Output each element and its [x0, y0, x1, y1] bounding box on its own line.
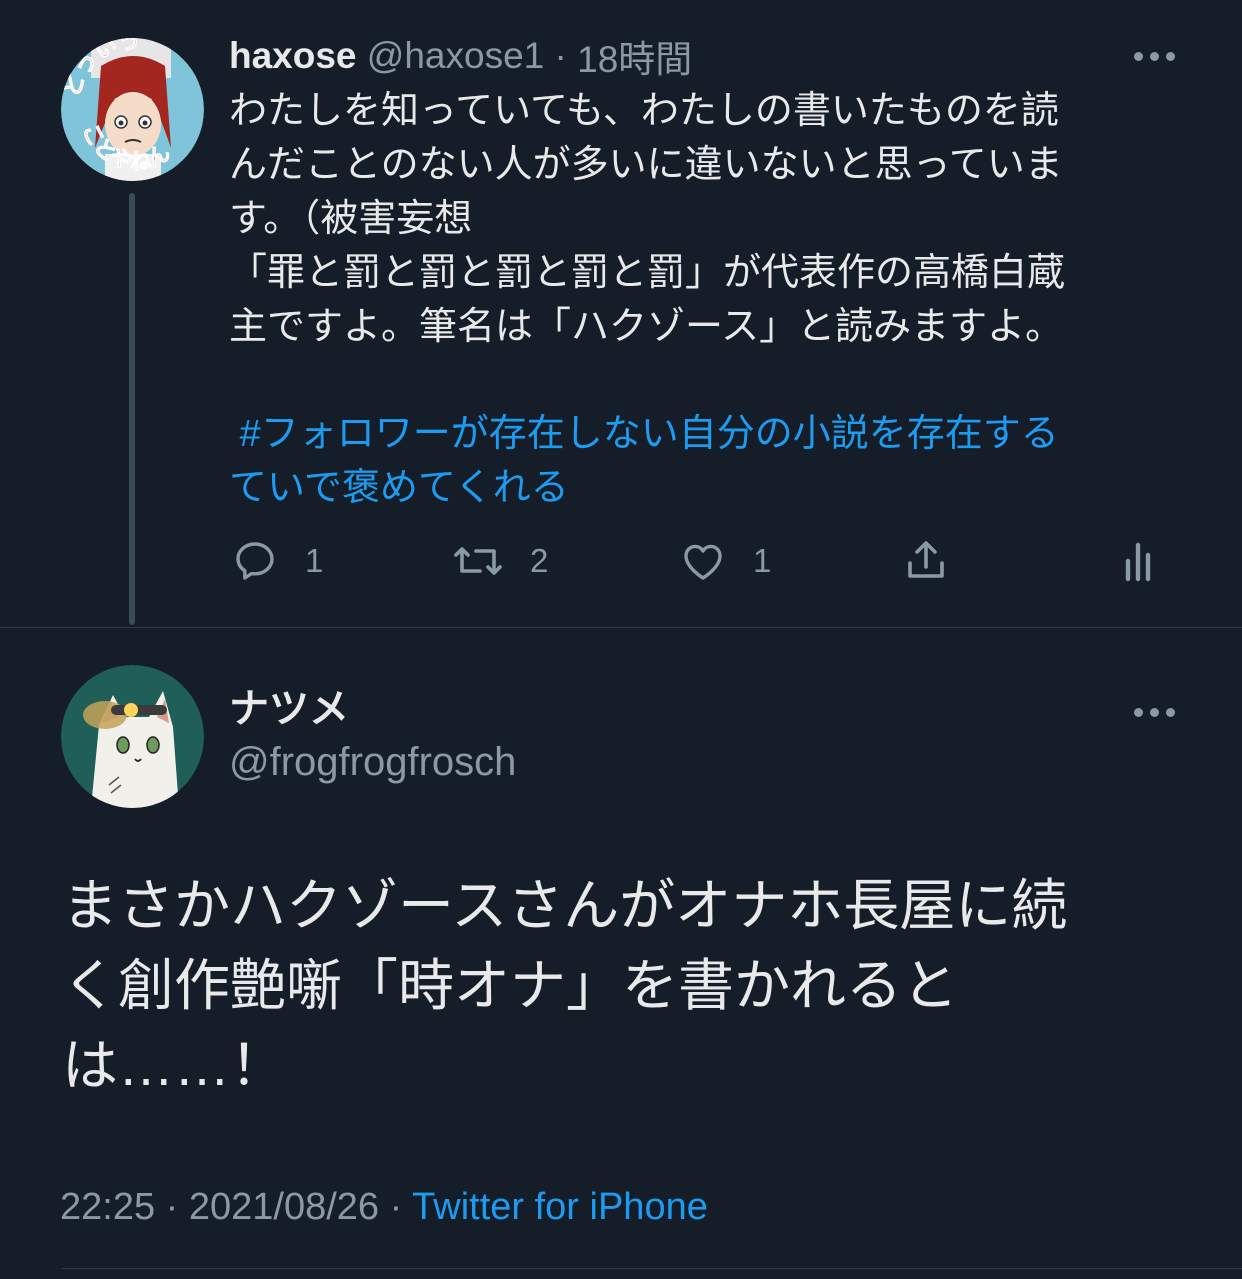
reply-button[interactable]: 1 — [231, 537, 323, 585]
tweet-time[interactable]: 22:25 — [60, 1186, 155, 1228]
separator: · — [544, 35, 578, 76]
like-icon — [679, 537, 727, 585]
retweet-count: 2 — [530, 542, 549, 579]
retweet-button[interactable]: 2 — [452, 537, 548, 585]
tweet-time[interactable]: 18時間 — [577, 29, 692, 83]
like-button[interactable]: 1 — [679, 537, 771, 585]
more-icon[interactable] — [1134, 52, 1175, 61]
share-icon — [902, 537, 950, 585]
avatar-natsume[interactable] — [61, 665, 204, 808]
analytics-icon — [1116, 537, 1160, 585]
source-link[interactable]: Twitter for iPhone — [412, 1186, 708, 1228]
tweet-divider — [0, 627, 1242, 628]
avatar-haxose[interactable]: どういう ことやねん — [61, 38, 204, 181]
bottom-divider — [62, 1268, 1242, 1269]
hashtag-link[interactable]: #フォロワーが存在しない自分の小説を存在する ていで褒めてくれる — [229, 407, 1189, 515]
reply-icon — [231, 537, 279, 585]
user-handle[interactable]: @frogfrogfrosch — [229, 737, 516, 787]
user-handle[interactable]: @haxose1 — [367, 35, 544, 77]
tweet-meta: 22:25 · 2021/08/26 · Twitter for iPhone — [60, 1186, 708, 1229]
tweet2-body: まさかハクゾースさんがオナホ長屋に続 く創作艶噺「時オナ」を書かれると は……！ — [62, 874, 1068, 1097]
analytics-button[interactable] — [1116, 537, 1160, 585]
thread-connector-line — [129, 193, 135, 625]
reply-count: 1 — [305, 542, 324, 579]
tweet1-header: haxose @haxose1 · 18時間 — [229, 30, 692, 82]
share-button[interactable] — [902, 537, 950, 585]
display-name[interactable]: ナツメ — [229, 684, 349, 734]
separator: · — [155, 1186, 189, 1228]
like-count: 1 — [753, 542, 772, 579]
separator: · — [379, 1186, 413, 1228]
display-name[interactable]: haxose — [229, 35, 357, 77]
more-icon[interactable] — [1134, 708, 1175, 717]
retweet-icon — [452, 537, 504, 585]
tweet-date[interactable]: 2021/08/26 — [189, 1186, 379, 1228]
tweet1-body: わたしを知っていても、わたしの書いたものを読 んだことのない人が多いに違いないと… — [229, 90, 1066, 348]
